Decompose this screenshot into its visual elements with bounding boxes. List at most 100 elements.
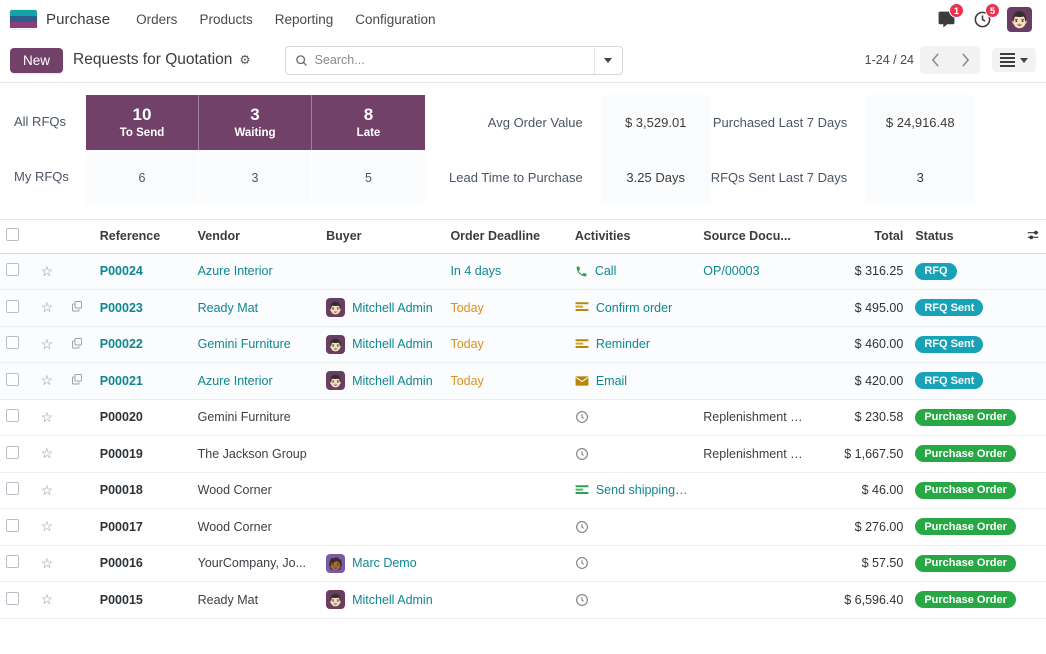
activity-icon[interactable] bbox=[575, 484, 589, 497]
tile-waiting[interactable]: 3 Waiting bbox=[199, 95, 312, 150]
column-vendor[interactable]: Vendor bbox=[192, 220, 320, 253]
cell-reference[interactable]: P00015 bbox=[94, 582, 192, 619]
reference-value[interactable]: P00021 bbox=[100, 374, 143, 388]
row-favorite-cell[interactable]: ☆ bbox=[35, 326, 66, 363]
column-source-document[interactable]: Source Docu... bbox=[697, 220, 815, 253]
row-select-cell[interactable] bbox=[0, 436, 35, 473]
menu-item-products[interactable]: Products bbox=[189, 6, 262, 33]
menu-item-configuration[interactable]: Configuration bbox=[345, 6, 445, 33]
activities-button[interactable]: 5 bbox=[971, 8, 993, 30]
row-checkbox[interactable] bbox=[6, 336, 19, 349]
activity-icon[interactable] bbox=[575, 265, 588, 278]
table-row[interactable]: ☆P00020Gemini FurnitureReplenishment R..… bbox=[0, 399, 1046, 436]
column-reference[interactable]: Reference bbox=[94, 220, 192, 253]
cell-reference[interactable]: P00021 bbox=[94, 363, 192, 400]
reference-value[interactable]: P00022 bbox=[100, 337, 143, 351]
brand[interactable]: Purchase bbox=[10, 10, 126, 29]
table-row[interactable]: ☆P00024Azure InteriorIn 4 daysCallOP/000… bbox=[0, 253, 1046, 290]
row-checkbox[interactable] bbox=[6, 373, 19, 386]
table-row[interactable]: ☆P00021Azure Interior👨🏻Mitchell AdminTod… bbox=[0, 363, 1046, 400]
row-favorite-cell[interactable]: ☆ bbox=[35, 363, 66, 400]
copy-icon-wrap[interactable] bbox=[71, 337, 83, 349]
row-favorite-cell[interactable]: ☆ bbox=[35, 582, 66, 619]
star-icon[interactable]: ☆ bbox=[41, 409, 54, 425]
star-icon[interactable]: ☆ bbox=[41, 555, 54, 571]
reference-value[interactable]: P00019 bbox=[100, 447, 143, 461]
column-status[interactable]: Status bbox=[909, 220, 1046, 253]
cell-vendor[interactable]: Ready Mat bbox=[192, 290, 320, 327]
star-icon[interactable]: ☆ bbox=[41, 591, 54, 607]
cell-activities[interactable]: Confirm order bbox=[569, 290, 697, 327]
cell-reference[interactable]: P00018 bbox=[94, 472, 192, 509]
row-checkbox[interactable] bbox=[6, 409, 19, 422]
pager-previous-button[interactable] bbox=[920, 46, 950, 74]
row-favorite-cell[interactable]: ☆ bbox=[35, 290, 66, 327]
cell-activities[interactable] bbox=[569, 545, 697, 582]
cell-vendor[interactable]: Ready Mat bbox=[192, 582, 320, 619]
star-icon[interactable]: ☆ bbox=[41, 518, 54, 534]
row-checkbox[interactable] bbox=[6, 519, 19, 532]
cell-vendor[interactable]: The Jackson Group bbox=[192, 436, 320, 473]
vendor-value[interactable]: Gemini Furniture bbox=[198, 410, 291, 424]
vendor-value[interactable]: Azure Interior bbox=[198, 264, 273, 278]
reference-value[interactable]: P00024 bbox=[100, 264, 143, 278]
star-icon[interactable]: ☆ bbox=[41, 263, 54, 279]
row-select-cell[interactable] bbox=[0, 509, 35, 546]
vendor-value[interactable]: Gemini Furniture bbox=[198, 337, 291, 351]
column-order-deadline[interactable]: Order Deadline bbox=[444, 220, 568, 253]
gear-icon[interactable]: ⚙ bbox=[239, 54, 250, 67]
star-icon[interactable]: ☆ bbox=[41, 336, 54, 352]
cell-reference[interactable]: P00017 bbox=[94, 509, 192, 546]
activity-label[interactable]: Call bbox=[595, 264, 617, 278]
cell-activities[interactable]: Call bbox=[569, 253, 697, 290]
cell-activities[interactable] bbox=[569, 399, 697, 436]
row-checkbox[interactable] bbox=[6, 263, 19, 276]
cell-reference[interactable]: P00016 bbox=[94, 545, 192, 582]
reference-value[interactable]: P00015 bbox=[100, 593, 143, 607]
table-row[interactable]: ☆P00023Ready Mat👨🏻Mitchell AdminTodayCon… bbox=[0, 290, 1046, 327]
row-select-cell[interactable] bbox=[0, 472, 35, 509]
activity-icon[interactable] bbox=[575, 520, 589, 534]
cell-reference[interactable]: P00019 bbox=[94, 436, 192, 473]
table-row[interactable]: ☆P00019The Jackson GroupReplenishment R.… bbox=[0, 436, 1046, 473]
star-icon[interactable]: ☆ bbox=[41, 445, 54, 461]
cell-reference[interactable]: P00022 bbox=[94, 326, 192, 363]
row-select-cell[interactable] bbox=[0, 326, 35, 363]
user-avatar[interactable]: 👨🏻 bbox=[1007, 7, 1032, 32]
table-row[interactable]: ☆P00015Ready Mat👨🏻Mitchell Admin$ 6,596.… bbox=[0, 582, 1046, 619]
column-buyer[interactable]: Buyer bbox=[320, 220, 444, 253]
cell-reference[interactable]: P00020 bbox=[94, 399, 192, 436]
vendor-value[interactable]: Ready Mat bbox=[198, 593, 258, 607]
row-checkbox[interactable] bbox=[6, 482, 19, 495]
tile-my-waiting[interactable]: 3 bbox=[199, 150, 312, 205]
activity-icon[interactable] bbox=[575, 447, 589, 461]
cell-vendor[interactable]: YourCompany, Jo... bbox=[192, 545, 320, 582]
activity-icon[interactable] bbox=[575, 338, 589, 351]
table-row[interactable]: ☆P00017Wood Corner$ 276.00Purchase Order bbox=[0, 509, 1046, 546]
row-favorite-cell[interactable]: ☆ bbox=[35, 436, 66, 473]
activity-icon[interactable] bbox=[575, 593, 589, 607]
messages-button[interactable]: 1 bbox=[935, 8, 957, 30]
cell-activities[interactable]: Reminder bbox=[569, 326, 697, 363]
tile-to-send[interactable]: 10 To Send bbox=[86, 95, 199, 150]
tile-my-late[interactable]: 5 bbox=[312, 150, 425, 205]
vendor-value[interactable]: The Jackson Group bbox=[198, 447, 307, 461]
kpi-value-rfqs-sent-last-7-days[interactable]: 3 bbox=[865, 150, 975, 205]
kpi-value-lead-time[interactable]: 3.25 Days bbox=[601, 150, 711, 205]
cell-vendor[interactable]: Wood Corner bbox=[192, 509, 320, 546]
view-switcher-list-button[interactable] bbox=[992, 48, 1036, 72]
reference-value[interactable]: P00016 bbox=[100, 556, 143, 570]
cell-vendor[interactable]: Azure Interior bbox=[192, 253, 320, 290]
search-bar[interactable] bbox=[285, 46, 623, 75]
cell-vendor[interactable]: Azure Interior bbox=[192, 363, 320, 400]
row-favorite-cell[interactable]: ☆ bbox=[35, 399, 66, 436]
column-activities[interactable]: Activities bbox=[569, 220, 697, 253]
cell-vendor[interactable]: Gemini Furniture bbox=[192, 399, 320, 436]
star-icon[interactable]: ☆ bbox=[41, 482, 54, 498]
cell-reference[interactable]: P00024 bbox=[94, 253, 192, 290]
vendor-value[interactable]: Ready Mat bbox=[198, 301, 258, 315]
vendor-value[interactable]: YourCompany, Jo... bbox=[198, 556, 306, 570]
buyer-value[interactable]: Mitchell Admin bbox=[352, 374, 433, 388]
row-select-cell[interactable] bbox=[0, 399, 35, 436]
cell-activities[interactable]: Send shipping… bbox=[569, 472, 697, 509]
